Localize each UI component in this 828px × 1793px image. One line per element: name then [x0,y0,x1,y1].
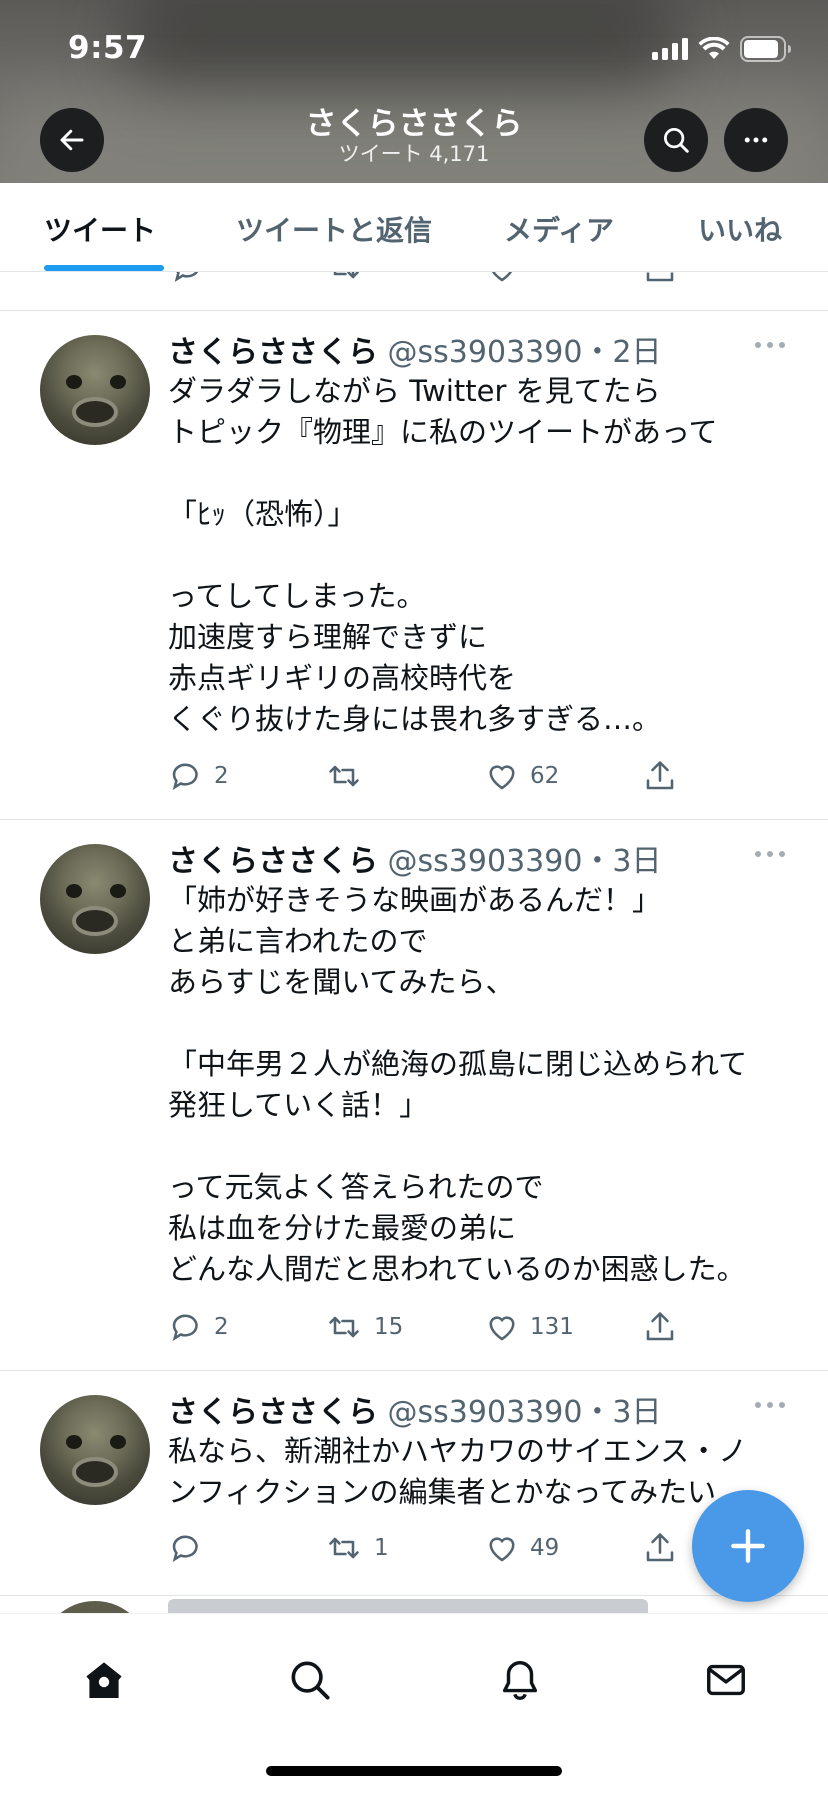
wifi-icon [698,37,730,59]
more-icon [744,137,768,143]
tab-tweets[interactable]: ツイート [44,209,156,249]
compose-tweet-button[interactable] [692,1490,804,1602]
status-time: 9:57 [68,30,148,66]
like-button[interactable]: 131 [484,1307,574,1347]
like-button[interactable]: 62 [484,756,559,796]
avatar[interactable] [40,335,150,445]
display-name[interactable]: さくらささくら [168,335,378,370]
tweet-actions: 1 49 [168,1528,748,1568]
retweet-icon [329,1537,359,1559]
share-button[interactable] [642,756,678,796]
more-button[interactable] [724,108,788,172]
status-icons [652,36,792,62]
active-tab-indicator [44,265,164,271]
reply-icon [172,1535,198,1563]
tweet-actions: 2 62 [168,756,748,796]
heart-icon [489,1537,515,1562]
tweet-time: ・3日 [582,844,662,879]
tweet-item[interactable]: さくらささくら @ss3903390・2日 ダラダラしながら Twitter を… [0,311,828,820]
search-icon [664,128,689,153]
bottom-navigation [0,1613,828,1793]
display-name[interactable]: さくらささくら [168,1395,378,1430]
share-button[interactable] [642,1307,678,1347]
heart-icon [491,272,513,282]
tweet-text: 私なら、新潮社かハヤカワのサイエンス・ノ ンフィクションの編集者とかなってみたい [168,1434,748,1509]
reply-button[interactable] [168,1528,214,1568]
reply-button[interactable]: 2 [168,756,229,796]
reply-button[interactable]: 2 [168,1307,229,1347]
previous-tweet-partial [0,272,828,311]
heart-icon [489,1316,515,1341]
tab-tweets-replies[interactable]: ツイートと返信 [236,209,432,249]
reply-icon [172,1314,198,1342]
nav-home[interactable] [76,1652,132,1708]
avatar[interactable] [40,844,150,954]
bell-icon [502,1661,538,1701]
tweet-more-icon[interactable] [752,844,788,864]
tweet-meta: さくらささくら @ss3903390・2日 [168,327,662,371]
tab-likes[interactable]: いいね [698,209,782,249]
home-indicator [266,1766,562,1776]
search-icon [291,1661,330,1700]
retweet-icon [333,272,359,279]
search-button[interactable] [644,108,708,172]
nav-notifications[interactable] [492,1652,548,1708]
retweet-count: 1 [374,1535,389,1561]
retweet-icon [329,1316,359,1338]
reply-count: 2 [214,763,229,789]
tab-media[interactable]: メディア [504,209,614,249]
tweet-meta: さくらささくら @ss3903390・3日 [168,836,662,880]
user-handle: @ss3903390 [387,844,583,879]
like-count: 131 [530,1314,574,1340]
profile-tabs: ツイート ツイートと返信 メディア いいね [0,183,828,272]
share-icon [646,1312,674,1341]
display-name[interactable]: さくらささくら [168,844,378,879]
signal-icon [652,38,688,60]
battery-icon [740,36,791,62]
user-handle: @ss3903390 [387,1395,583,1430]
reply-icon [172,763,198,791]
tweet-item[interactable]: さくらささくら @ss3903390・3日 「姉が好きそうな映画があるんだ！」 … [0,820,828,1371]
tweet-meta: さくらささくら @ss3903390・3日 [168,1387,662,1431]
tweet-text: ダラダラしながら Twitter を見てたら トピック『物理』に私のツイートがあ… [168,374,718,736]
like-count: 62 [530,763,560,789]
share-icon [646,761,674,790]
share-button[interactable] [642,1528,678,1568]
retweet-icon [329,765,359,787]
tweet-more-icon[interactable] [752,1395,788,1415]
mail-icon [707,1664,745,1696]
plus-icon [731,1529,765,1563]
tweet-more-icon[interactable] [752,335,788,355]
tweet-time: ・3日 [582,1395,662,1430]
profile-header: 9:57 さくらささくら ツイート 4,171 [0,0,828,183]
tweet-actions: 2 15 131 [168,1307,748,1347]
retweet-button[interactable]: 1 [324,1528,389,1568]
reply-count: 2 [214,1314,229,1340]
reply-icon [174,272,198,283]
next-tweet-partial [0,1595,828,1613]
like-button[interactable]: 49 [484,1528,559,1568]
retweet-count: 15 [374,1314,404,1340]
share-icon [646,272,674,282]
user-handle: @ss3903390 [387,335,583,370]
home-icon [86,1662,122,1698]
retweet-button[interactable] [324,756,374,796]
tweet-time: ・2日 [582,335,662,370]
tweet-text: 「姉が好きそうな映画があるんだ！」 と弟に言われたので あらすじを聞いてみたら、… [168,883,748,1286]
retweet-button[interactable]: 15 [324,1307,403,1347]
avatar[interactable] [40,1395,150,1505]
nav-explore[interactable] [282,1652,338,1708]
share-icon [646,1533,674,1562]
like-count: 49 [530,1535,560,1561]
heart-icon [489,765,515,790]
nav-messages[interactable] [698,1652,754,1708]
